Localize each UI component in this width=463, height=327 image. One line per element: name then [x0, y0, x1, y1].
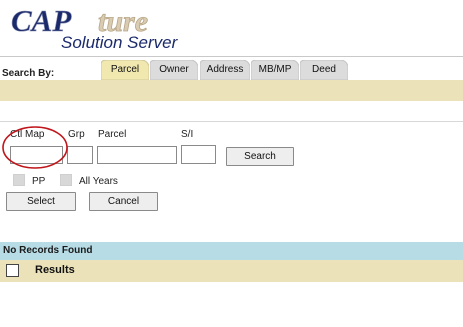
search-button[interactable]: Search — [226, 147, 294, 166]
header-divider — [0, 56, 463, 57]
highlight-ring — [2, 126, 68, 169]
logo-wordmark: CAP ture Solution Server — [11, 3, 179, 52]
grp-label: Grp — [68, 129, 85, 140]
form-divider — [0, 121, 463, 122]
si-label: S/I — [181, 129, 194, 140]
parcel-field[interactable] — [97, 146, 177, 164]
tab-mb-mp[interactable]: MB/MP — [251, 60, 299, 80]
all-years-checkbox[interactable] — [60, 174, 72, 186]
cancel-button[interactable]: Cancel — [89, 192, 158, 211]
tab-panel-band — [0, 80, 463, 101]
tab-deed-label: Deed — [312, 64, 336, 75]
tab-owner[interactable]: Owner — [150, 60, 198, 80]
svg-text:Solution Server: Solution Server — [61, 33, 179, 52]
grp-field[interactable] — [67, 146, 93, 164]
tab-parcel[interactable]: Parcel — [101, 60, 149, 80]
select-button[interactable]: Select — [6, 192, 76, 211]
results-header-label: Results — [35, 264, 75, 276]
all-years-label: All Years — [79, 176, 118, 187]
status-text: No Records Found — [3, 245, 93, 256]
search-by-label: Search By: — [2, 68, 55, 79]
tab-deed[interactable]: Deed — [300, 60, 348, 80]
pp-label: PP — [32, 176, 46, 187]
tab-address[interactable]: Address — [200, 60, 250, 80]
tab-owner-label: Owner — [159, 64, 189, 75]
capture-logo: CAP ture Solution Server — [0, 0, 463, 56]
parcel-label: Parcel — [98, 129, 127, 140]
pp-checkbox[interactable] — [13, 174, 25, 186]
tab-parcel-label: Parcel — [110, 64, 140, 75]
select-all-checkbox[interactable] — [6, 264, 19, 277]
si-field[interactable] — [181, 145, 216, 164]
tab-address-label: Address — [206, 64, 244, 75]
tab-mb-mp-label: MB/MP — [258, 64, 292, 75]
